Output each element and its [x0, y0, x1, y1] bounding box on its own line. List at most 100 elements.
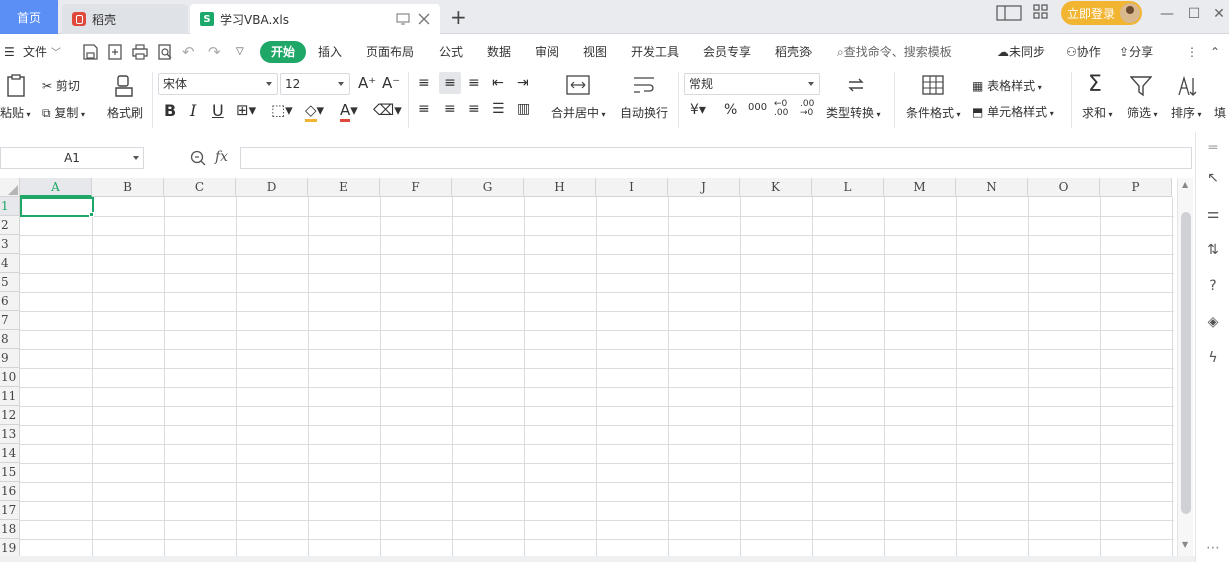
horizontal-scrollbar[interactable] — [0, 556, 1195, 562]
column-header[interactable]: N — [956, 178, 1028, 197]
font-size-select[interactable]: 12 — [280, 73, 350, 95]
sum-icon[interactable]: Σ — [1088, 72, 1102, 97]
export-pdf-icon[interactable] — [107, 44, 123, 60]
menu-formula[interactable]: 公式 — [439, 38, 463, 66]
menu-view[interactable]: 视图 — [583, 38, 607, 66]
tab-daoke[interactable]: 稻壳 — [62, 4, 188, 34]
column-header[interactable]: D — [236, 178, 308, 197]
adjust-sliders-icon[interactable]: ⚌ — [1205, 206, 1221, 222]
table-style-button[interactable]: ▦ 表格样式 ▾ — [972, 77, 1042, 94]
filter-icon[interactable] — [1130, 75, 1152, 97]
menu-file[interactable]: 文件 ﹀ — [23, 38, 61, 66]
row-header[interactable]: 11 — [0, 387, 20, 406]
close-window-icon[interactable]: ✕ — [1209, 4, 1229, 24]
align-top-icon[interactable]: ≡ — [418, 75, 430, 91]
cell-style-button[interactable]: ⬒ 单元格样式 ▾ — [972, 103, 1054, 120]
column-header[interactable]: L — [812, 178, 884, 197]
maximize-icon[interactable]: ☐ — [1184, 4, 1204, 24]
decrease-decimal-icon[interactable]: .00 →0 — [800, 100, 814, 118]
column-header[interactable]: E — [308, 178, 380, 197]
ai-assistant-icon[interactable]: ◈ — [1205, 314, 1221, 330]
format-painter-button[interactable]: 格式刷 — [107, 104, 143, 121]
increase-font-icon[interactable]: A⁺ — [358, 74, 376, 92]
justify-icon[interactable]: ☰ — [492, 101, 505, 117]
column-header[interactable]: B — [92, 178, 164, 197]
tab-home[interactable]: 首页 — [0, 0, 58, 34]
column-header[interactable]: J — [668, 178, 740, 197]
align-left-icon[interactable]: ≡ — [418, 101, 430, 117]
print-icon[interactable] — [132, 44, 148, 60]
column-header[interactable]: H — [524, 178, 596, 197]
row-header[interactable]: 12 — [0, 406, 20, 425]
merge-center-icon[interactable] — [566, 75, 590, 95]
row-header[interactable]: 9 — [0, 349, 20, 368]
type-convert-icon[interactable] — [846, 75, 866, 95]
row-header[interactable]: 13 — [0, 425, 20, 444]
format-painter-icon[interactable] — [114, 74, 134, 98]
row-header[interactable]: 6 — [0, 292, 20, 311]
copy-button[interactable]: ⧉ 复制 ▾ — [42, 104, 85, 121]
column-header[interactable]: I — [596, 178, 668, 197]
row-header[interactable]: 1 — [0, 197, 20, 216]
number-format-select[interactable]: 常规 — [684, 73, 820, 95]
conditional-format-icon[interactable] — [922, 75, 944, 95]
percent-icon[interactable]: % — [724, 102, 737, 118]
sum-button[interactable]: 求和 ▾ — [1082, 104, 1113, 121]
vertical-scrollbar[interactable]: ▲ ▼ — [1177, 178, 1193, 556]
menu-developer[interactable]: 开发工具 — [631, 38, 679, 66]
column-header[interactable]: A — [20, 178, 92, 197]
column-header[interactable]: O — [1028, 178, 1100, 197]
name-box[interactable]: A1 — [0, 147, 144, 169]
column-header[interactable]: C — [164, 178, 236, 197]
redo-icon[interactable]: ↷ — [208, 38, 221, 66]
fx-icon[interactable]: fx — [215, 149, 228, 165]
type-convert-button[interactable]: 类型转换 ▾ — [826, 104, 881, 121]
sort-button[interactable]: 排序 ▾ — [1171, 104, 1202, 121]
menu-daoke-resources[interactable]: 稻壳资 — [775, 38, 809, 66]
font-color-icon[interactable]: A▾ — [340, 101, 358, 122]
scroll-up-icon[interactable]: ▲ — [1182, 180, 1188, 189]
row-header[interactable]: 10 — [0, 368, 20, 387]
vertical-scroll-thumb[interactable] — [1181, 212, 1191, 514]
border-icon[interactable]: ⊞▾ — [236, 101, 256, 119]
column-header[interactable]: M — [884, 178, 956, 197]
fill-handle[interactable] — [89, 212, 94, 217]
row-header[interactable]: 18 — [0, 520, 20, 539]
fill-button[interactable]: 填 — [1214, 104, 1226, 121]
decrease-font-icon[interactable]: A⁻ — [382, 74, 400, 92]
cell-format-icon[interactable]: ⬚▾ — [271, 101, 293, 119]
align-center-icon[interactable]: ≡ — [444, 101, 456, 117]
column-header[interactable]: G — [452, 178, 524, 197]
formula-input[interactable] — [240, 147, 1192, 169]
select-all-corner[interactable] — [0, 178, 20, 197]
wrap-text-icon[interactable] — [632, 75, 656, 95]
menu-insert[interactable]: 插入 — [318, 38, 342, 66]
selected-cell[interactable] — [20, 197, 94, 217]
fill-color-icon[interactable]: ◇▾ — [305, 101, 324, 122]
conditional-format-button[interactable]: 条件格式 ▾ — [906, 104, 961, 121]
bold-icon[interactable]: B — [164, 101, 176, 120]
row-header[interactable]: 19 — [0, 539, 20, 556]
font-name-select[interactable]: 宋体 — [158, 73, 278, 95]
sheet-grid[interactable]: ABCDEFGHIJKLMNOP 1 2 3 4 5 6 7 8 9 10 11 12 13 14 15 16… — [0, 178, 1174, 556]
apps-grid-icon[interactable] — [1033, 4, 1049, 20]
row-header[interactable]: 14 — [0, 444, 20, 463]
wrap-text-button[interactable]: 自动换行 — [620, 104, 668, 121]
print-preview-icon[interactable] — [157, 44, 173, 60]
menu-page-layout[interactable]: 页面布局 — [366, 38, 414, 66]
close-tab-icon[interactable] — [418, 13, 430, 25]
sort-icon[interactable] — [1176, 75, 1198, 97]
italic-icon[interactable]: I — [190, 101, 196, 120]
align-middle-icon[interactable]: ≡ — [439, 72, 461, 94]
layout-toggle-icon[interactable] — [996, 5, 1022, 21]
undo-icon[interactable]: ↶ — [182, 38, 195, 66]
row-header[interactable]: 17 — [0, 501, 20, 520]
pin-window-icon[interactable] — [396, 13, 410, 25]
cut-button[interactable]: ✂ 剪切 — [42, 77, 80, 94]
row-header[interactable]: 16 — [0, 482, 20, 501]
collab-button[interactable]: ⚇协作 — [1066, 38, 1101, 66]
hamburger-icon[interactable]: ☰ — [4, 38, 15, 66]
increase-indent-icon[interactable]: ⇥ — [517, 75, 529, 91]
more-options-icon[interactable]: ⋮ — [1186, 38, 1198, 66]
thousands-icon[interactable]: 000 — [748, 102, 767, 113]
